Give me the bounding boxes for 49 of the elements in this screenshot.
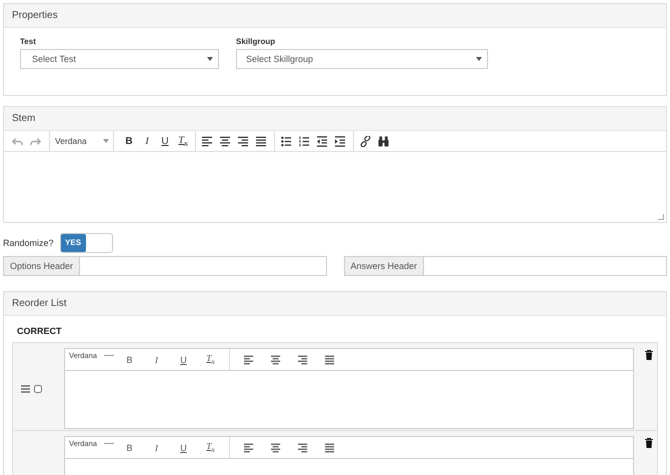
align-right-icon[interactable] [298,442,308,452]
input-addon: Options Header [3,256,80,276]
align-right-icon[interactable] [238,136,249,146]
bold-button[interactable]: B [120,136,138,146]
font-dropdown[interactable]: Verdana [49,131,114,151]
outdent-icon[interactable] [317,136,328,146]
justify-icon[interactable] [325,442,335,452]
underline-button[interactable]: U [174,354,193,364]
underline-button[interactable]: U [156,136,174,146]
italic-button[interactable]: I [147,354,166,364]
italic-button[interactable]: I [138,136,156,146]
clear-button[interactable]: T$_{x}$ [174,134,192,148]
randomize-label: Randomize? [3,238,54,248]
binoculars-icon[interactable] [378,136,389,146]
numbered-list-icon[interactable] [299,136,310,146]
indent-icon[interactable] [335,136,346,146]
link-icon[interactable] [360,136,371,146]
underline-button[interactable]: U [174,442,193,452]
panel-title: Stem [4,107,666,131]
group-label: CORRECT [16,326,62,336]
align-left-icon[interactable] [244,442,254,452]
bold-button[interactable]: B [120,354,139,364]
align-center-icon[interactable] [271,442,281,452]
input-field[interactable] [80,256,326,276]
input-field[interactable] [424,256,667,276]
align-center-icon[interactable] [271,354,281,364]
align-left-icon[interactable] [244,354,254,364]
select-dropdown[interactable]: Select Skillgroup [236,49,488,69]
clear-button[interactable]: T$_{x}$ [201,353,220,366]
justify-icon[interactable] [325,354,335,364]
clear-button[interactable]: T$_{x}$ [201,441,220,454]
trash-icon[interactable] [645,350,653,360]
bold-button[interactable]: B [120,442,139,452]
align-right-icon[interactable] [298,354,308,364]
justify-icon[interactable] [256,136,267,146]
bullet-list-icon[interactable] [281,136,292,146]
panel-title: Reorder List [4,292,666,316]
panel-title: Properties [4,4,666,28]
trash-icon[interactable] [645,438,653,448]
align-left-icon[interactable] [202,136,213,146]
field-label: Skillgroup [236,37,276,46]
italic-button[interactable]: I [147,442,166,452]
select-dropdown[interactable]: Select Test [20,49,219,69]
align-center-icon[interactable] [220,136,231,146]
input-addon: Answers Header [344,256,424,276]
toggle-switch[interactable]: YES [60,233,113,253]
field-label: Test [20,37,37,46]
drag-handle-icon[interactable] [21,385,30,393]
checkbox[interactable] [34,385,42,393]
